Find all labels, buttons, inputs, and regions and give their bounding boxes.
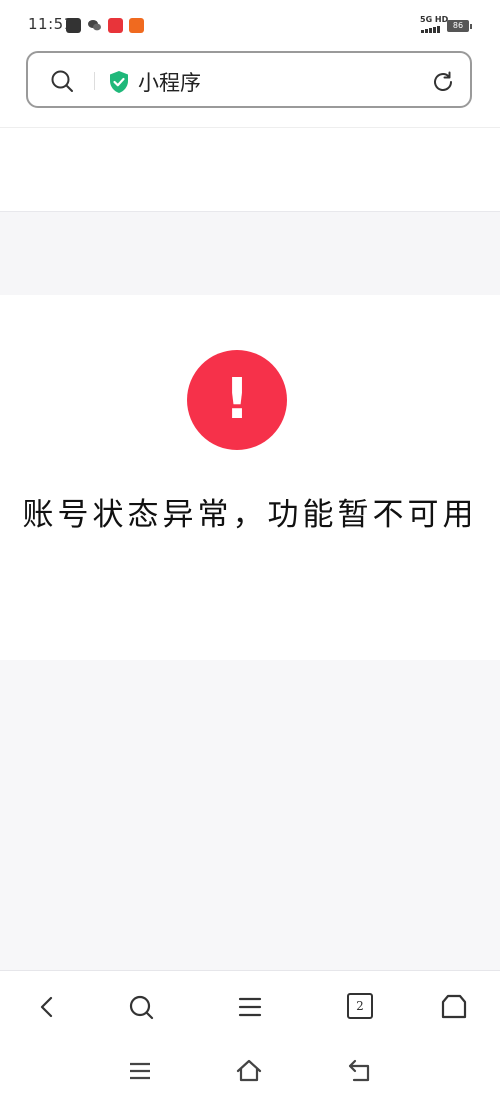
divider bbox=[94, 72, 95, 90]
tiktok-icon bbox=[66, 18, 81, 33]
battery-icon: 86 bbox=[447, 20, 469, 32]
search-icon[interactable] bbox=[50, 69, 74, 93]
header-band bbox=[0, 128, 500, 212]
battery-tip bbox=[470, 24, 472, 29]
tabs-icon[interactable]: 2 bbox=[347, 993, 375, 1021]
back-icon[interactable] bbox=[34, 993, 62, 1021]
exclamation-icon: ! bbox=[224, 367, 250, 432]
spacer-band bbox=[0, 212, 500, 295]
menu-icon[interactable] bbox=[236, 993, 264, 1021]
refresh-icon[interactable] bbox=[430, 69, 456, 95]
signal-icon bbox=[421, 26, 440, 33]
app-icon-orange bbox=[129, 18, 144, 33]
network-label: 5G HD bbox=[420, 15, 449, 24]
address-text[interactable]: 小程序 bbox=[138, 67, 201, 97]
shield-check-icon bbox=[108, 70, 130, 94]
address-bar-container: 小程序 bbox=[0, 50, 500, 128]
wechat-icon bbox=[87, 18, 102, 33]
recent-apps-icon[interactable] bbox=[126, 1058, 154, 1084]
home-icon[interactable] bbox=[235, 1058, 263, 1084]
search-icon[interactable] bbox=[127, 993, 155, 1021]
browser-toolbar: 2 bbox=[0, 970, 500, 1043]
back-icon[interactable] bbox=[346, 1058, 374, 1084]
home-icon[interactable] bbox=[440, 993, 468, 1021]
tab-count: 2 bbox=[347, 993, 373, 1019]
error-icon: ! bbox=[187, 350, 287, 450]
status-bar: 11:51 5G HD 86 bbox=[0, 0, 500, 50]
system-nav-bar bbox=[0, 1042, 500, 1100]
app-icon-red bbox=[108, 18, 123, 33]
error-message: 账号状态异常，功能暂不可用 bbox=[22, 497, 478, 533]
error-card: ! 账号状态异常，功能暂不可用 bbox=[0, 295, 500, 660]
notification-icons bbox=[66, 18, 144, 33]
address-bar[interactable]: 小程序 bbox=[26, 51, 472, 108]
